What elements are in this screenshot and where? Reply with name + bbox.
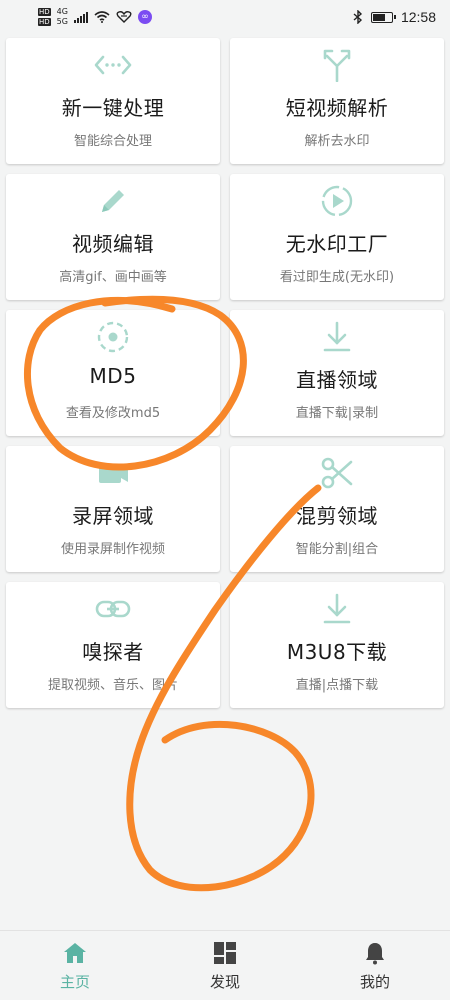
card-subtitle: 直播下载|录制 [295, 406, 379, 421]
card-title: 直播领域 [296, 368, 378, 392]
card-title: 无水印工厂 [285, 232, 389, 256]
clock-time: 12:58 [400, 9, 436, 25]
link-icon [93, 592, 133, 626]
status-bar: HD HD 4G 5G ∞ 12:58 [0, 0, 450, 34]
wifi-icon [94, 11, 110, 23]
card-subtitle: 查看及修改md5 [65, 406, 161, 421]
card-short-video-parse[interactable]: 短视频解析 解析去水印 [230, 38, 444, 164]
hd-badge-bottom: HD [38, 18, 51, 26]
card-title: 新一键处理 [61, 96, 165, 120]
card-title: 嗅探者 [82, 640, 144, 664]
tab-label: 我的 [359, 973, 390, 991]
signal-bars-icon [73, 11, 88, 23]
card-live-domain[interactable]: 直播领域 直播下载|录制 [230, 310, 444, 436]
home-icon [64, 943, 86, 963]
target-icon [93, 320, 133, 354]
merge-arrows-icon [317, 48, 357, 82]
network-4g-label: 4G [56, 7, 68, 16]
card-md5[interactable]: MD5 查看及修改md5 [6, 310, 220, 436]
card-m3u8-download[interactable]: M3U8下载 直播|点播下载 [230, 582, 444, 708]
card-video-edit[interactable]: 视频编辑 高清gif、画中画等 [6, 174, 220, 300]
play-circle-icon [317, 184, 357, 218]
card-subtitle: 智能分割|组合 [295, 542, 379, 557]
app-icon: ∞ [137, 10, 152, 24]
download-icon [317, 592, 357, 626]
card-mix-cut[interactable]: 混剪领域 智能分割|组合 [230, 446, 444, 572]
card-sniffer[interactable]: 嗅探者 提取视频、音乐、图片 [6, 582, 220, 708]
status-right: 12:58 [353, 9, 436, 25]
card-title: 录屏领域 [72, 504, 154, 528]
card-screen-record[interactable]: 录屏领域 使用录屏制作视频 [6, 446, 220, 572]
card-watermark-free-factory[interactable]: 无水印工厂 看过即生成(无水印) [230, 174, 444, 300]
card-subtitle: 直播|点播下载 [295, 678, 379, 693]
card-subtitle: 看过即生成(无水印) [279, 270, 395, 285]
network-type-labels: 4G 5G [57, 8, 68, 26]
card-title: M3U8下载 [286, 640, 388, 664]
card-subtitle: 使用录屏制作视频 [60, 542, 165, 557]
card-subtitle: 解析去水印 [304, 134, 370, 149]
heart-icon [116, 11, 132, 23]
tab-label: 主页 [59, 973, 90, 991]
hd-badge-top: HD [38, 8, 51, 16]
tab-label: 发现 [209, 973, 240, 991]
card-subtitle: 提取视频、音乐、图片 [47, 678, 178, 693]
pencil-icon [93, 184, 133, 218]
tab-discover[interactable]: 发现 [150, 931, 300, 1000]
scissors-icon [317, 456, 357, 490]
tab-home[interactable]: 主页 [0, 931, 150, 1000]
discover-grid-icon [214, 942, 236, 964]
card-title: 短视频解析 [285, 96, 389, 120]
code-arrows-icon [93, 48, 133, 82]
bell-icon [366, 943, 384, 965]
hd-indicators: HD HD [38, 8, 51, 26]
card-subtitle: 高清gif、画中画等 [59, 270, 167, 285]
bottom-tab-bar: 主页 发现 我的 [0, 930, 450, 1000]
card-subtitle: 智能综合处理 [73, 134, 152, 149]
tab-mine[interactable]: 我的 [300, 931, 450, 1000]
download-icon [317, 320, 357, 354]
card-title: MD5 [89, 364, 137, 388]
card-title: 视频编辑 [72, 232, 154, 256]
card-title: 混剪领域 [296, 504, 378, 528]
battery-icon [370, 11, 396, 23]
screen-record-icon [93, 456, 133, 490]
status-left: HD HD 4G 5G ∞ [38, 8, 152, 26]
bluetooth-icon [353, 10, 362, 24]
network-5g-label: 5G [56, 17, 68, 26]
card-new-one-key[interactable]: 新一键处理 智能综合处理 [6, 38, 220, 164]
